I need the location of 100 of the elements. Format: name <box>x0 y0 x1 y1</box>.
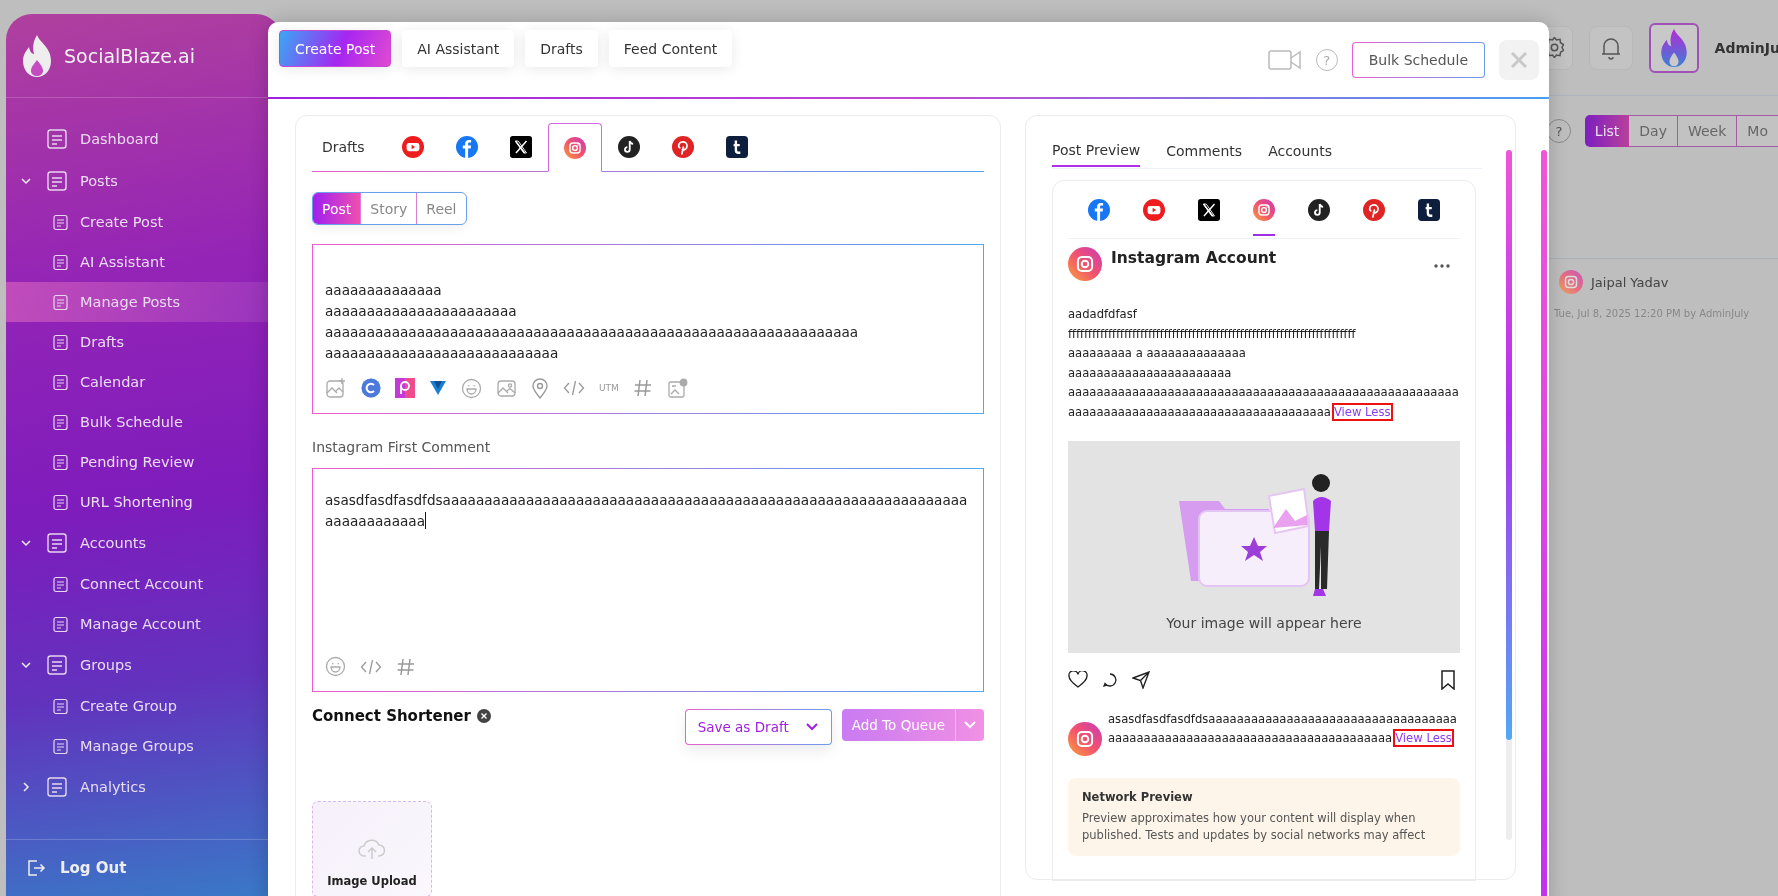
page-icon <box>52 413 69 431</box>
letter-f-icon <box>456 136 478 158</box>
smiley-icon[interactable] <box>461 377 482 399</box>
page-icon <box>46 532 68 554</box>
account-name: Jaipal Yadav <box>1591 274 1669 290</box>
more-icon[interactable] <box>1434 264 1450 268</box>
comment-icon[interactable] <box>1102 671 1118 688</box>
first-comment-field[interactable]: asasdfasdfasdfdsaaaaaaaaaaaaaaaaaaaaaaaaaaaaaaaaaaaaaaaaaaaaaaaaaaaaaaaaaaaaaaaaaaaaaaaaaaa <box>312 468 984 692</box>
page-icon <box>52 453 69 471</box>
exit-icon <box>26 858 46 878</box>
network-tab[interactable]: Drafts <box>312 123 386 171</box>
view-tab[interactable]: Mo <box>1737 115 1778 147</box>
logout-button[interactable]: Log Out <box>26 858 127 878</box>
hash-icon[interactable] <box>632 378 653 398</box>
chevron-down-icon[interactable] <box>20 537 32 549</box>
remove-icon[interactable] <box>476 709 491 723</box>
flame-logo-icon <box>20 33 54 78</box>
view-tab[interactable]: Week <box>1678 115 1738 147</box>
post-type-tab[interactable]: Reel <box>416 193 466 224</box>
view-tab[interactable]: List <box>1584 115 1630 147</box>
code-icon[interactable] <box>360 657 382 676</box>
field-label: Instagram First Comment <box>312 439 492 455</box>
send-icon[interactable] <box>1132 670 1150 689</box>
page-icon <box>52 493 69 511</box>
code-icon[interactable] <box>563 379 585 397</box>
user-name: AdminJu <box>1714 39 1778 56</box>
bookmark-icon[interactable] <box>1440 669 1456 690</box>
preview-tab[interactable]: Comments <box>1166 134 1243 167</box>
sidebar-item[interactable]: AI Assistant <box>6 242 282 282</box>
sidebar-item[interactable]: Groups <box>32 645 282 685</box>
image-add-icon[interactable] <box>325 377 347 399</box>
scrollbar[interactable] <box>1541 150 1547 896</box>
notice-text: Preview approximates how your content will display when published. Tests and updates by social networks may affect <box>1082 809 1427 844</box>
sidebar-item[interactable]: Pending Review <box>6 442 282 482</box>
brand-name: SocialBlaze.ai <box>64 44 195 67</box>
letter-x-icon <box>510 136 532 158</box>
user-avatar[interactable] <box>1648 22 1699 73</box>
dialog-tab[interactable]: Create Post <box>279 30 392 67</box>
image-settings-icon[interactable] <box>666 377 688 399</box>
dialog-tab[interactable]: Feed Content <box>608 30 733 67</box>
image-icon[interactable] <box>496 378 517 398</box>
close-icon <box>1510 51 1528 69</box>
utm-button[interactable]: UTM <box>599 383 619 393</box>
chevron-right-icon[interactable] <box>20 781 32 793</box>
upload-label: Image Upload <box>327 874 417 888</box>
post-type-tab[interactable]: Story <box>360 193 417 224</box>
sidebar-item[interactable]: Calendar <box>6 362 282 402</box>
triangle-icon[interactable] <box>429 380 447 396</box>
bell-icon <box>1599 35 1622 60</box>
location-pin-icon[interactable] <box>531 377 549 399</box>
page-icon <box>52 615 69 633</box>
sidebar-item[interactable]: URL Shortening <box>6 482 282 522</box>
preview-tab[interactable]: Accounts <box>1268 134 1332 167</box>
image-upload-area[interactable]: Image Upload <box>312 801 432 896</box>
p-square-icon[interactable] <box>395 378 415 398</box>
preview-tab[interactable]: Post Preview <box>1052 134 1141 167</box>
page-icon <box>52 737 69 755</box>
scrollbar[interactable] <box>1506 150 1512 840</box>
chevron-down-icon[interactable] <box>804 722 819 732</box>
page-icon <box>52 293 69 311</box>
page-icon <box>52 253 69 271</box>
dialog-tab[interactable]: Drafts <box>525 30 598 67</box>
post-type-tab[interactable]: Post <box>313 193 361 224</box>
save-draft-button[interactable]: Save as Draft <box>685 711 789 743</box>
music-note-icon <box>1308 199 1330 221</box>
sidebar-item[interactable]: Bulk Schedule <box>6 402 282 442</box>
caption-text: aaaaaaaaaaaaaa aaaaaaaaaaaaaaaaaaaaaaa aaaaaaaaaaaaaaaaaaaaaaaaaaaaaaaaaaaaaaaaaaaaaaaaaaaaaaaaaaaaaaaa aaaaaaaaaaaaaaaaaaaaaaaaaaaa <box>325 281 860 363</box>
sidebar-item[interactable]: Posts <box>32 161 282 201</box>
heart-icon[interactable] <box>1068 670 1088 689</box>
sidebar-item[interactable]: Connect Account <box>6 564 282 604</box>
sidebar-item[interactable]: Create Group <box>6 686 282 726</box>
view-less-link[interactable]: View Less <box>1393 729 1454 748</box>
sidebar-item[interactable]: Manage Account <box>6 604 282 644</box>
c-circle-icon[interactable] <box>361 378 381 398</box>
play-icon <box>1143 199 1165 221</box>
chevron-down-icon[interactable] <box>20 175 32 187</box>
notifications-button[interactable] <box>1588 25 1633 70</box>
sidebar-item[interactable]: Analytics <box>32 767 282 807</box>
comment-text: asasdfasdfasdfdsaaaaaaaaaaaaaaaaaaaaaaaaaaaaaaaaaaaaaaaaaaaaaaaaaaaaaaaaaaaaaaaaaaaaaaaaaaa <box>325 491 969 531</box>
smiley-icon[interactable] <box>325 656 346 677</box>
hash-icon[interactable] <box>396 656 416 677</box>
sidebar-item[interactable]: Create Post <box>6 202 282 242</box>
camera-icon <box>564 136 586 159</box>
play-icon <box>402 136 424 158</box>
bulk-schedule-button[interactable]: Bulk Schedule <box>1351 42 1485 78</box>
camera-icon <box>1068 721 1102 756</box>
view-tab[interactable]: Day <box>1629 115 1678 147</box>
chevron-down-icon[interactable] <box>20 659 32 671</box>
page-icon <box>52 213 69 231</box>
page-icon <box>46 128 68 150</box>
sidebar-item[interactable]: Drafts <box>6 322 282 362</box>
sidebar-item[interactable]: Accounts <box>32 523 282 563</box>
music-note-icon <box>618 136 640 158</box>
dialog-tab[interactable]: AI Assistant <box>402 30 515 67</box>
account-name: Instagram Account <box>1111 249 1277 267</box>
sidebar-item[interactable]: Manage Groups <box>6 726 282 766</box>
sidebar-item[interactable]: Dashboard <box>32 119 282 159</box>
caption-field[interactable]: aaaaaaaaaaaaaa aaaaaaaaaaaaaaaaaaaaaaa aaaaaaaaaaaaaaaaaaaaaaaaaaaaaaaaaaaaaaaaaaaaaaaaaaaaaaaaaaaaaaaa aaaaaaaaaaaaaaaaaaaaaaaaaaaa UTM <box>312 244 984 414</box>
view-less-link[interactable]: View Less <box>1331 402 1393 421</box>
letter-f-icon <box>1088 199 1110 221</box>
